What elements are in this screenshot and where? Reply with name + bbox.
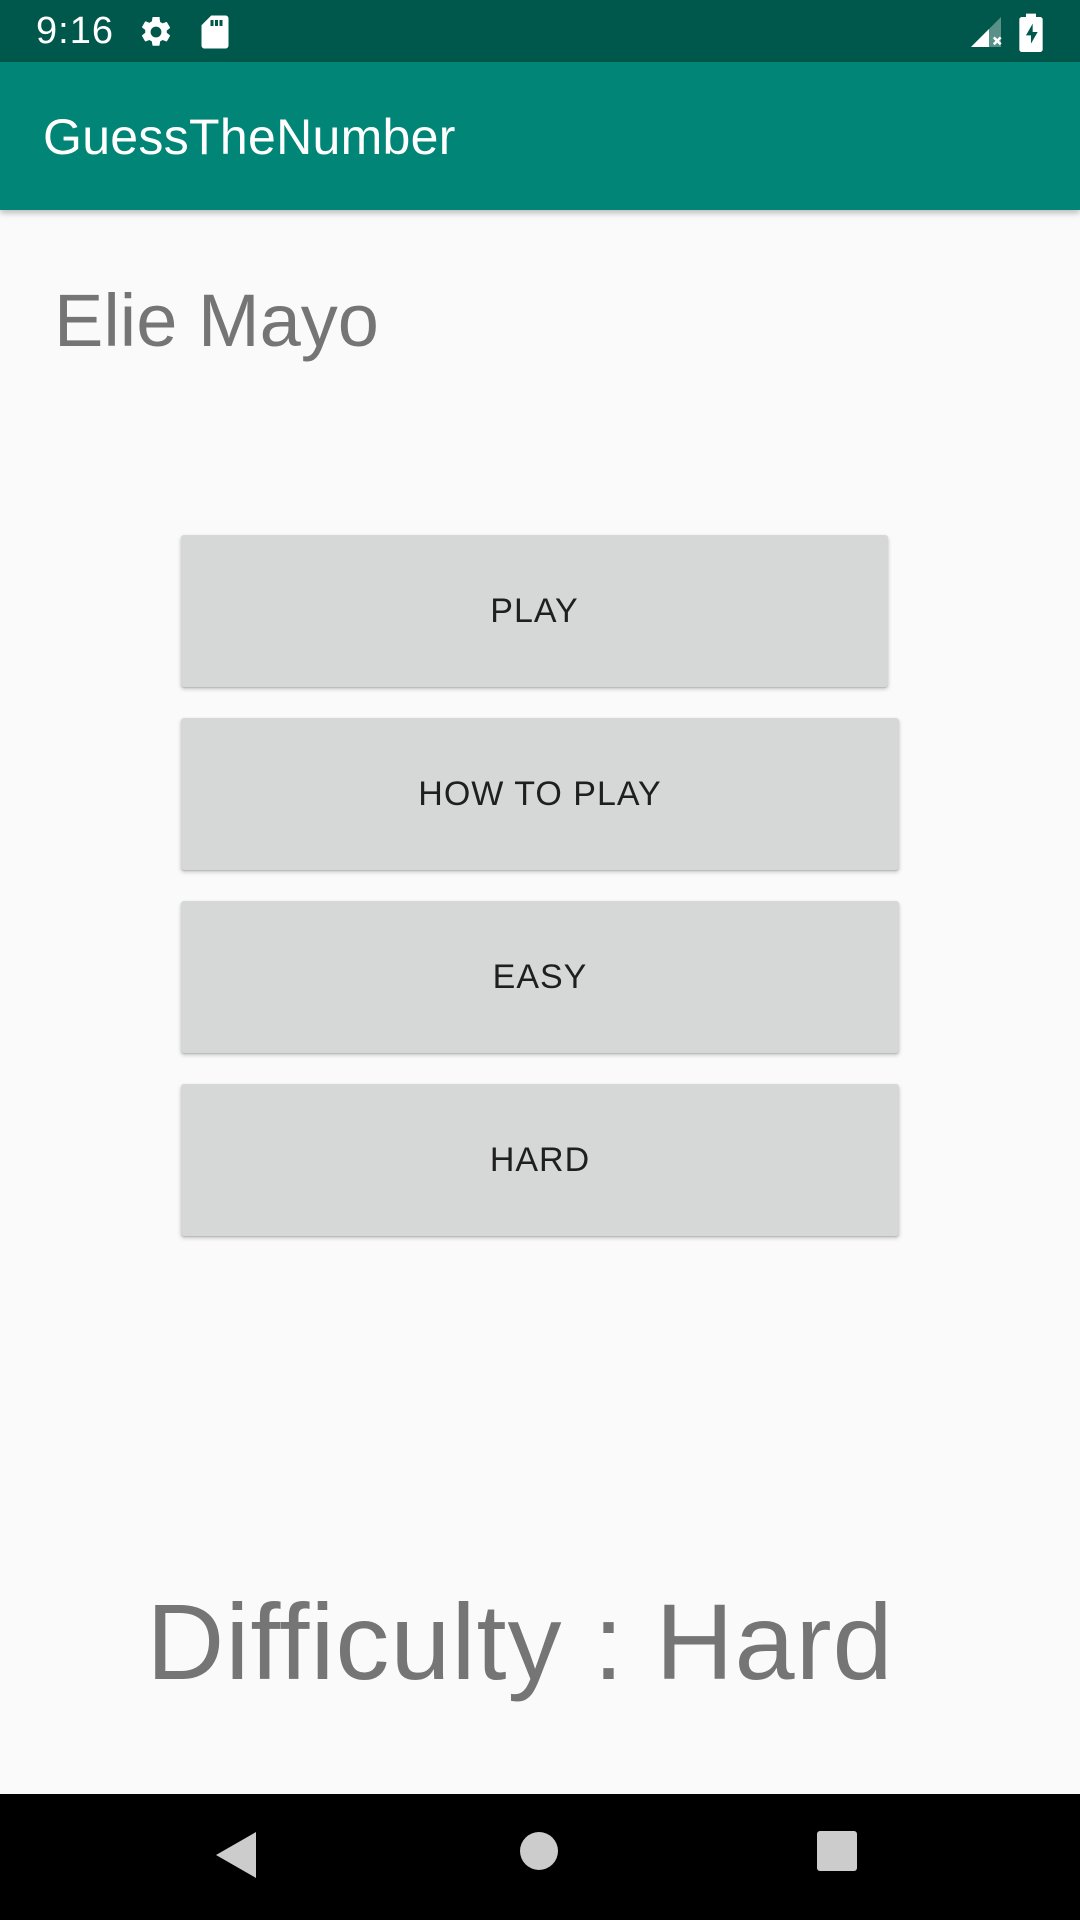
hard-button-label: HARD bbox=[489, 1140, 591, 1179]
difficulty-label: Difficulty : Hard bbox=[146, 1581, 894, 1702]
app-bar: GuessTheNumber bbox=[0, 62, 1080, 210]
signal-icon bbox=[968, 14, 1004, 55]
how-to-play-button[interactable]: HOW TO PLAY bbox=[181, 718, 899, 870]
navigation-bar bbox=[0, 1794, 1080, 1920]
play-button[interactable]: PLAY bbox=[181, 535, 888, 687]
easy-button[interactable]: EASY bbox=[181, 901, 899, 1053]
battery-charging-icon bbox=[1018, 12, 1044, 57]
settings-icon bbox=[138, 14, 174, 55]
back-icon[interactable] bbox=[214, 1830, 258, 1885]
how-to-play-button-label: HOW TO PLAY bbox=[418, 774, 662, 813]
hard-button[interactable]: HARD bbox=[181, 1084, 899, 1236]
player-name: Elie Mayo bbox=[54, 279, 379, 362]
home-icon[interactable] bbox=[519, 1831, 559, 1876]
easy-button-label: EASY bbox=[492, 957, 588, 996]
status-bar: 9:16 bbox=[0, 0, 1080, 62]
play-button-label: PLAY bbox=[490, 591, 579, 630]
app-title: GuessTheNumber bbox=[43, 109, 456, 165]
sd-card-icon bbox=[200, 14, 230, 55]
recents-icon[interactable] bbox=[817, 1831, 857, 1876]
status-time: 9:16 bbox=[36, 10, 114, 52]
